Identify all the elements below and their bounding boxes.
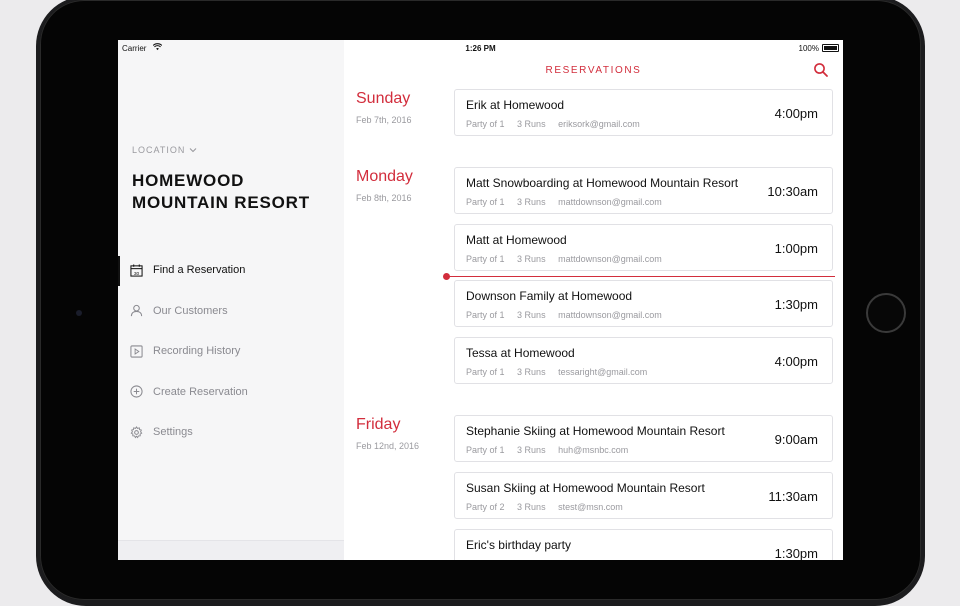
current-time-line (446, 276, 835, 277)
sidebar-item-label: Our Customers (153, 304, 228, 317)
run-count: 3 Runs (517, 445, 546, 455)
reservation-title: Matt Snowboarding at Homewood Mountain R… (466, 176, 739, 190)
run-count: 3 Runs (517, 367, 546, 377)
calendar-day-number: 30 (134, 271, 140, 277)
reservation-time: 4:00pm (774, 354, 818, 369)
sidebar-item-label: Recording History (153, 345, 241, 358)
party-size: Party of 1 (466, 367, 505, 377)
sidebar-nav: 30 Find a Reservation Our Customers Reco… (118, 250, 344, 453)
sidebar-item-label: Settings (153, 426, 193, 439)
reservation-card[interactable]: Tessa at Homewood Party of 1 3 Runs tess… (454, 337, 833, 384)
gear-icon (130, 425, 143, 439)
reservation-card[interactable]: Erik at Homewood Party of 1 3 Runs eriks… (454, 89, 833, 136)
reservation-meta: Party of 1 3 Runs mattdownson@gmail.com (466, 197, 672, 207)
reservation-card[interactable]: Matt Snowboarding at Homewood Mountain R… (454, 167, 833, 214)
reservation-time: 1:00pm (774, 241, 818, 256)
reservation-time: 1:30pm (774, 546, 818, 560)
day-label-sunday: Sunday (356, 90, 411, 107)
day-date-monday: Feb 8th, 2016 (356, 193, 412, 203)
customer-email: mattdownson@gmail.com (558, 254, 662, 264)
party-size: Party of 2 (466, 502, 505, 512)
current-time-dot (443, 273, 450, 280)
reservation-time: 4:00pm (774, 106, 818, 121)
day-date-sunday: Feb 7th, 2016 (356, 115, 412, 125)
reservation-title: Stephanie Skiing at Homewood Mountain Re… (466, 424, 725, 438)
run-count: 3 Runs (517, 197, 546, 207)
sidebar-item-settings[interactable]: Settings (118, 412, 344, 453)
person-icon (130, 305, 143, 317)
party-size: Party of 1 (466, 197, 505, 207)
party-size: Party of 1 (466, 445, 505, 455)
reservations-panel: RESERVATIONS Sunday Feb 7th, 2016 Erik a… (344, 40, 843, 560)
location-label: LOCATION (132, 145, 186, 155)
run-count: 3 Runs (517, 119, 546, 129)
sidebar-item-find-reservation[interactable]: 30 Find a Reservation (118, 250, 344, 291)
reservation-title: Eric's birthday party (466, 538, 571, 552)
customer-email: huh@msnbc.com (558, 445, 629, 455)
reservation-time: 1:30pm (774, 297, 818, 312)
reservation-card[interactable]: Eric's birthday party 1:30pm (454, 529, 833, 560)
reservation-title: Tessa at Homewood (466, 346, 575, 360)
day-date-friday: Feb 12nd, 2016 (356, 441, 420, 451)
sidebar-footer (118, 540, 344, 560)
reservation-time: 11:30am (768, 489, 818, 504)
status-time: 1:26 PM (465, 44, 496, 53)
plus-circle-icon (130, 385, 143, 398)
party-size: Party of 1 (466, 310, 505, 320)
reservation-meta: Party of 1 3 Runs tessaright@gmail.com (466, 367, 657, 377)
sidebar: LOCATION HOMEWOOD MOUNTAIN RESORT 30 Fin… (118, 40, 344, 560)
battery-percent: 100% (798, 44, 819, 53)
reservation-card[interactable]: Susan Skiing at Homewood Mountain Resort… (454, 472, 833, 519)
run-count: 3 Runs (517, 310, 546, 320)
calendar-icon: 30 (130, 264, 143, 277)
run-count: 3 Runs (517, 254, 546, 264)
reservation-meta: Party of 1 3 Runs huh@msnbc.com (466, 445, 638, 455)
reservation-card[interactable]: Downson Family at Homewood Party of 1 3 … (454, 280, 833, 327)
sidebar-item-label: Find a Reservation (153, 264, 246, 277)
play-icon (130, 345, 143, 358)
reservation-card[interactable]: Stephanie Skiing at Homewood Mountain Re… (454, 415, 833, 462)
location-selector[interactable]: LOCATION (132, 145, 197, 155)
customer-email: tessaright@gmail.com (558, 367, 648, 377)
customer-email: mattdownson@gmail.com (558, 197, 662, 207)
sidebar-item-our-customers[interactable]: Our Customers (118, 291, 344, 332)
customer-email: stest@msn.com (558, 502, 623, 512)
search-icon[interactable] (813, 62, 829, 78)
reservation-time: 9:00am (774, 432, 818, 447)
reservation-meta: Party of 1 3 Runs eriksork@gmail.com (466, 119, 650, 129)
party-size: Party of 1 (466, 254, 505, 264)
customer-email: eriksork@gmail.com (558, 119, 640, 129)
reservation-meta: Party of 1 3 Runs mattdownson@gmail.com (466, 310, 672, 320)
home-button[interactable] (866, 293, 906, 333)
run-count: 3 Runs (517, 502, 546, 512)
status-bar: Carrier 1:26 PM 100% (118, 40, 843, 56)
reservation-title: Susan Skiing at Homewood Mountain Resort (466, 481, 705, 495)
camera-icon (76, 310, 82, 316)
chevron-down-icon (189, 148, 197, 153)
day-label-monday: Monday (356, 168, 413, 185)
reservation-meta: Party of 2 3 Runs stest@msn.com (466, 502, 633, 512)
party-size: Party of 1 (466, 119, 505, 129)
reservation-meta: Party of 1 3 Runs mattdownson@gmail.com (466, 254, 672, 264)
reservation-title: Matt at Homewood (466, 233, 567, 247)
screen: Carrier 1:26 PM 100% LOCATION HOMEWOOD M… (118, 40, 843, 560)
reservation-time: 10:30am (767, 184, 818, 199)
day-label-friday: Friday (356, 416, 401, 433)
reservation-card[interactable]: Matt at Homewood Party of 1 3 Runs mattd… (454, 224, 833, 271)
battery-icon (822, 44, 839, 52)
sidebar-item-create-reservation[interactable]: Create Reservation (118, 372, 344, 413)
resort-name: HOMEWOOD MOUNTAIN RESORT (132, 171, 310, 212)
customer-email: mattdownson@gmail.com (558, 310, 662, 320)
page-title: RESERVATIONS (545, 65, 642, 76)
sidebar-item-label: Create Reservation (153, 385, 248, 398)
reservation-title: Erik at Homewood (466, 98, 565, 112)
sidebar-item-recording-history[interactable]: Recording History (118, 331, 344, 372)
reservation-title: Downson Family at Homewood (466, 289, 633, 303)
